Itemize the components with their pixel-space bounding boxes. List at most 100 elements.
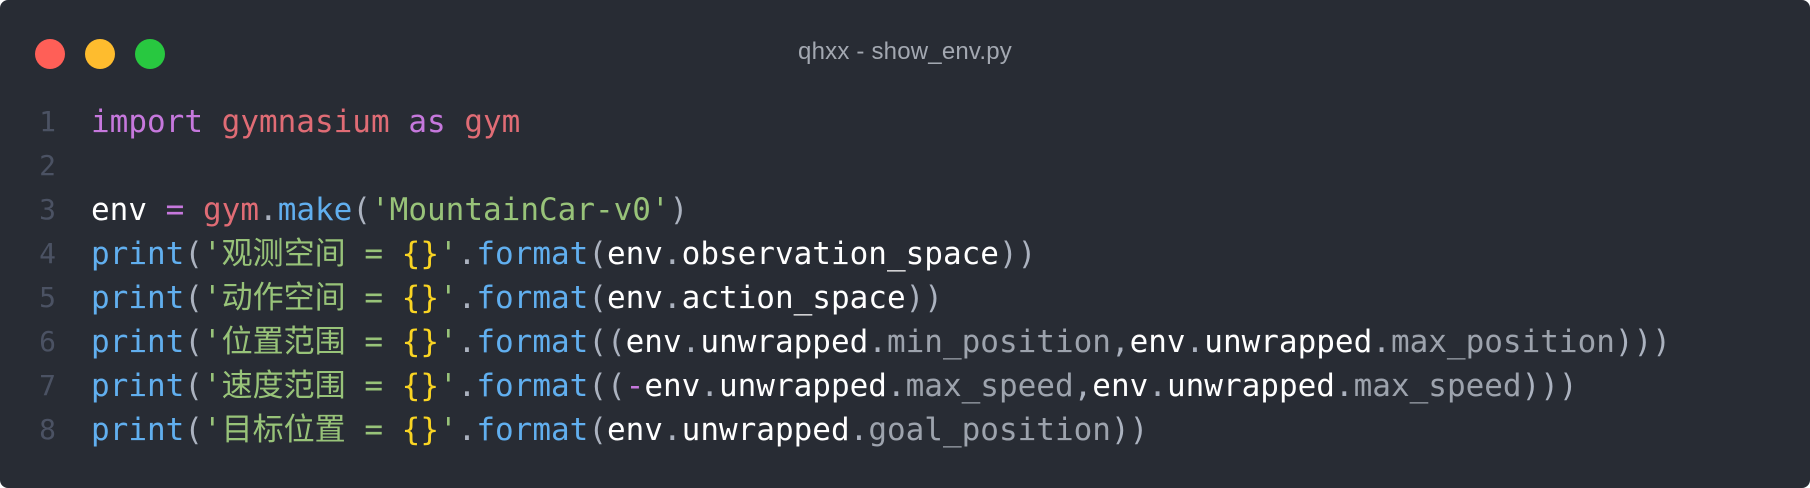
code-token-attr: goal_position: [868, 412, 1111, 448]
code-token-string: '速度范围 =: [203, 368, 402, 404]
code-token-punct: .: [662, 236, 682, 272]
code-token-keyword: as: [408, 104, 446, 140]
code-token-string: '目标位置 =: [203, 412, 402, 448]
code-window: qhxx - show_env.py 1 import gymnasium as …: [0, 0, 1810, 488]
code-token-func: print: [91, 280, 185, 316]
code-token-punct: ): [669, 192, 689, 228]
code-line: 7 print('速度范围 = {}'.format((-env.unwrappe…: [0, 364, 1810, 408]
code-token-punct: (: [184, 412, 203, 448]
line-number: 2: [39, 149, 56, 182]
code-token-attr: min_position: [886, 324, 1111, 360]
code-token-punct: ,: [1110, 324, 1130, 360]
code-token-punct: .: [886, 368, 906, 404]
code-token-brace: {}: [401, 368, 439, 404]
code-token-string: '位置范围 =: [203, 324, 402, 360]
code-token-string: ': [438, 236, 458, 272]
code-token-brace: {}: [401, 324, 439, 360]
line-number: 3: [39, 193, 56, 226]
code-text: print('位置范围 = {}'.format((env.unwrapped.…: [91, 320, 1671, 364]
line-number: 4: [39, 237, 56, 270]
code-token-plain: unwrapped: [1166, 368, 1335, 404]
code-token-punct: .: [849, 412, 869, 448]
code-token-punct: .: [457, 324, 477, 360]
code-token-punct: .: [259, 192, 278, 228]
code-token-punct: .: [1372, 324, 1391, 360]
code-line: 5 print('动作空间 = {}'.format(env.action_spa…: [0, 276, 1810, 320]
code-token-plain: env: [606, 280, 663, 316]
code-token-punct: .: [457, 236, 477, 272]
code-token-punct: .: [662, 412, 682, 448]
code-token-func: format: [476, 368, 589, 404]
code-token-string: ': [438, 368, 458, 404]
code-token-string: ': [438, 412, 458, 448]
code-line: 1 import gymnasium as gym: [0, 100, 1810, 144]
code-token-func: format: [476, 324, 589, 360]
code-text: print('目标位置 = {}'.format(env.unwrapped.g…: [91, 408, 1148, 452]
code-token-punct: (: [184, 236, 203, 272]
code-token-func: format: [476, 236, 589, 272]
code-token-string: ': [438, 324, 458, 360]
code-token-punct: ((: [588, 324, 626, 360]
code-token-brace: {}: [401, 236, 439, 272]
code-token-plain: env: [644, 368, 701, 404]
code-token-string: '观测空间 =: [203, 236, 402, 272]
code-token-punct: .: [700, 368, 719, 404]
code-line: 8 print('目标位置 = {}'.format(env.unwrapped.…: [0, 408, 1810, 452]
code-text: env = gym.make('MountainCar-v0'): [91, 188, 688, 232]
code-token-punct: ))): [1614, 324, 1671, 360]
code-token-string: 'MountainCar-v0': [371, 192, 670, 228]
code-line: 3 env = gym.make('MountainCar-v0'): [0, 188, 1810, 232]
code-token-punct: (: [588, 280, 607, 316]
code-token-string: '动作空间 =: [203, 280, 402, 316]
code-token-punct: )): [998, 236, 1037, 272]
code-token-punct: (: [184, 280, 203, 316]
code-token-func: print: [91, 236, 185, 272]
code-token-plain: observation_space: [681, 236, 999, 272]
code-token-func: print: [91, 368, 185, 404]
code-token-plain: env: [606, 236, 663, 272]
code-token-punct: .: [662, 280, 682, 316]
code-token-func: format: [476, 412, 589, 448]
line-number: 7: [39, 369, 56, 402]
code-token-punct: .: [681, 324, 701, 360]
code-token-punct: ((: [588, 368, 626, 404]
code-text: print('速度范围 = {}'.format((-env.unwrapped…: [91, 364, 1578, 408]
code-token-operator: =: [165, 192, 185, 228]
code-editor[interactable]: 1 import gymnasium as gym 2 3 env = gym.make…: [0, 100, 1810, 452]
code-token-plain: env: [1092, 368, 1149, 404]
code-token-func: make: [277, 192, 353, 228]
code-text: import gymnasium as gym: [91, 100, 520, 144]
code-token-punct: ))): [1521, 368, 1578, 404]
title-bar: qhxx - show_env.py: [0, 0, 1810, 100]
line-number: 8: [39, 413, 56, 446]
code-token-plain: unwrapped: [718, 368, 887, 404]
code-token-module: gymnasium: [221, 104, 390, 140]
code-text: print('观测空间 = {}'.format(env.observation…: [91, 232, 1036, 276]
code-token-punct: .: [1334, 368, 1354, 404]
code-token-attr: max_speed: [1353, 368, 1522, 404]
code-token-punct: .: [1185, 324, 1205, 360]
code-token-func: print: [91, 412, 185, 448]
code-token-attr: max_position: [1390, 324, 1615, 360]
code-token-plain: unwrapped: [1204, 324, 1373, 360]
code-token-plain: env: [606, 412, 663, 448]
window-title: qhxx - show_env.py: [798, 38, 1012, 65]
code-token-plain: action_space: [681, 280, 906, 316]
code-token-brace: {}: [401, 280, 439, 316]
code-token-plain: env: [1129, 324, 1186, 360]
code-token-punct: (: [588, 412, 607, 448]
code-token-module: gym: [464, 104, 521, 140]
line-number: 1: [39, 105, 56, 138]
code-token-punct: (: [588, 236, 607, 272]
code-token-punct: .: [868, 324, 887, 360]
code-token-punct: )): [905, 280, 943, 316]
code-token-punct: .: [457, 368, 477, 404]
code-token-func: print: [91, 324, 185, 360]
code-token-operator: -: [625, 368, 645, 404]
code-token-punct: (: [352, 192, 372, 228]
code-token-plain: env: [625, 324, 682, 360]
